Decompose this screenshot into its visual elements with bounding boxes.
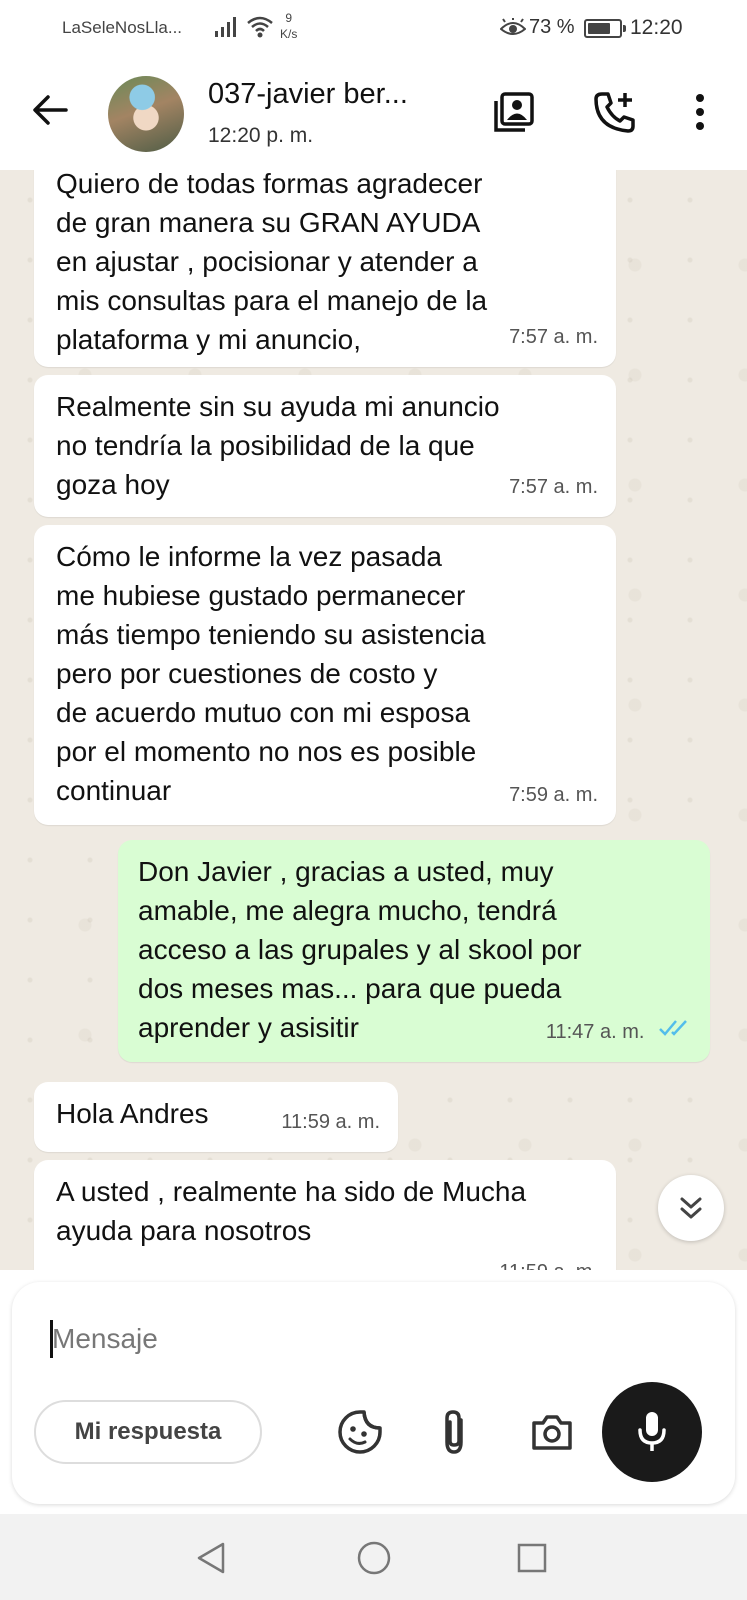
message-input[interactable] (52, 1320, 592, 1358)
clock: 12:20 (630, 16, 683, 39)
message-bubble-incoming[interactable]: Realmente sin su ayuda mi anuncio no ten… (34, 375, 616, 517)
message-time-text: 11:47 a. m. (545, 1020, 645, 1043)
nav-recents-icon[interactable] (510, 1536, 554, 1580)
message-text: Cómo le informe la vez pasada me hubiese… (56, 541, 486, 806)
avatar[interactable] (108, 76, 184, 152)
message-time: 7:59 a. m. (509, 784, 598, 806)
sticker-icon[interactable] (334, 1406, 386, 1458)
chat-header: 037-javier ber... 12:20 p. m. (0, 58, 747, 170)
message-bubble-incoming[interactable]: Quiero de todas formas agradecer de gran… (34, 170, 616, 367)
message-bubble-outgoing[interactable]: Don Javier , gracias a usted, muy amable… (118, 840, 710, 1062)
network-speed-value: 9 (285, 11, 293, 25)
message-bubble-incoming[interactable]: Cómo le informe la vez pasada me hubiese… (34, 525, 616, 825)
add-call-icon[interactable] (590, 88, 638, 136)
scroll-down-icon[interactable] (658, 1175, 724, 1241)
status-bar: LaSeleNosLla... 9 K/s 73 % 12:20 (0, 0, 747, 58)
message-time: 11:59 a. m. (499, 1253, 598, 1270)
network-speed-unit: K/s (280, 27, 298, 41)
message-time: 7:57 a. m. (509, 476, 598, 498)
system-nav-bar (0, 1514, 747, 1600)
signal-icon (214, 16, 240, 43)
message-time: 7:57 a. m. (509, 326, 598, 348)
message-time: 11:47 a. m. (546, 1013, 692, 1052)
network-speed: 9 K/s (280, 10, 297, 42)
back-arrow-icon[interactable] (28, 88, 72, 132)
camera-icon[interactable] (526, 1406, 578, 1458)
quick-reply-chip[interactable]: Mi respuesta (34, 1400, 262, 1464)
read-receipt-icon (658, 1013, 692, 1052)
message-bubble-incoming[interactable]: A usted , realmente ha sido de Mucha ayu… (34, 1160, 616, 1270)
message-time: 11:59 a. m. (281, 1111, 380, 1133)
message-bubble-incoming[interactable]: Hola Andres 11:59 a. m. (34, 1082, 398, 1152)
mic-icon (638, 1412, 666, 1451)
mic-button[interactable] (602, 1382, 702, 1482)
nav-back-icon[interactable] (190, 1536, 234, 1580)
chat-subtitle: 12:20 p. m. (208, 124, 314, 147)
message-text: A usted , realmente ha sido de Mucha ayu… (56, 1176, 527, 1246)
chat-title[interactable]: 037-javier ber... (208, 78, 408, 111)
carrier-name: LaSeleNosLla... (62, 18, 183, 37)
battery-icon (584, 19, 626, 38)
battery-percent: 73 % (529, 16, 575, 38)
contact-card-icon[interactable] (490, 88, 538, 136)
eye-comfort-icon (499, 17, 527, 43)
chat-messages[interactable]: Quiero de todas formas agradecer de gran… (0, 170, 747, 1270)
more-vert-icon[interactable] (676, 88, 724, 136)
nav-home-icon[interactable] (352, 1536, 396, 1580)
attach-icon[interactable] (428, 1406, 480, 1458)
wifi-icon (246, 15, 274, 44)
